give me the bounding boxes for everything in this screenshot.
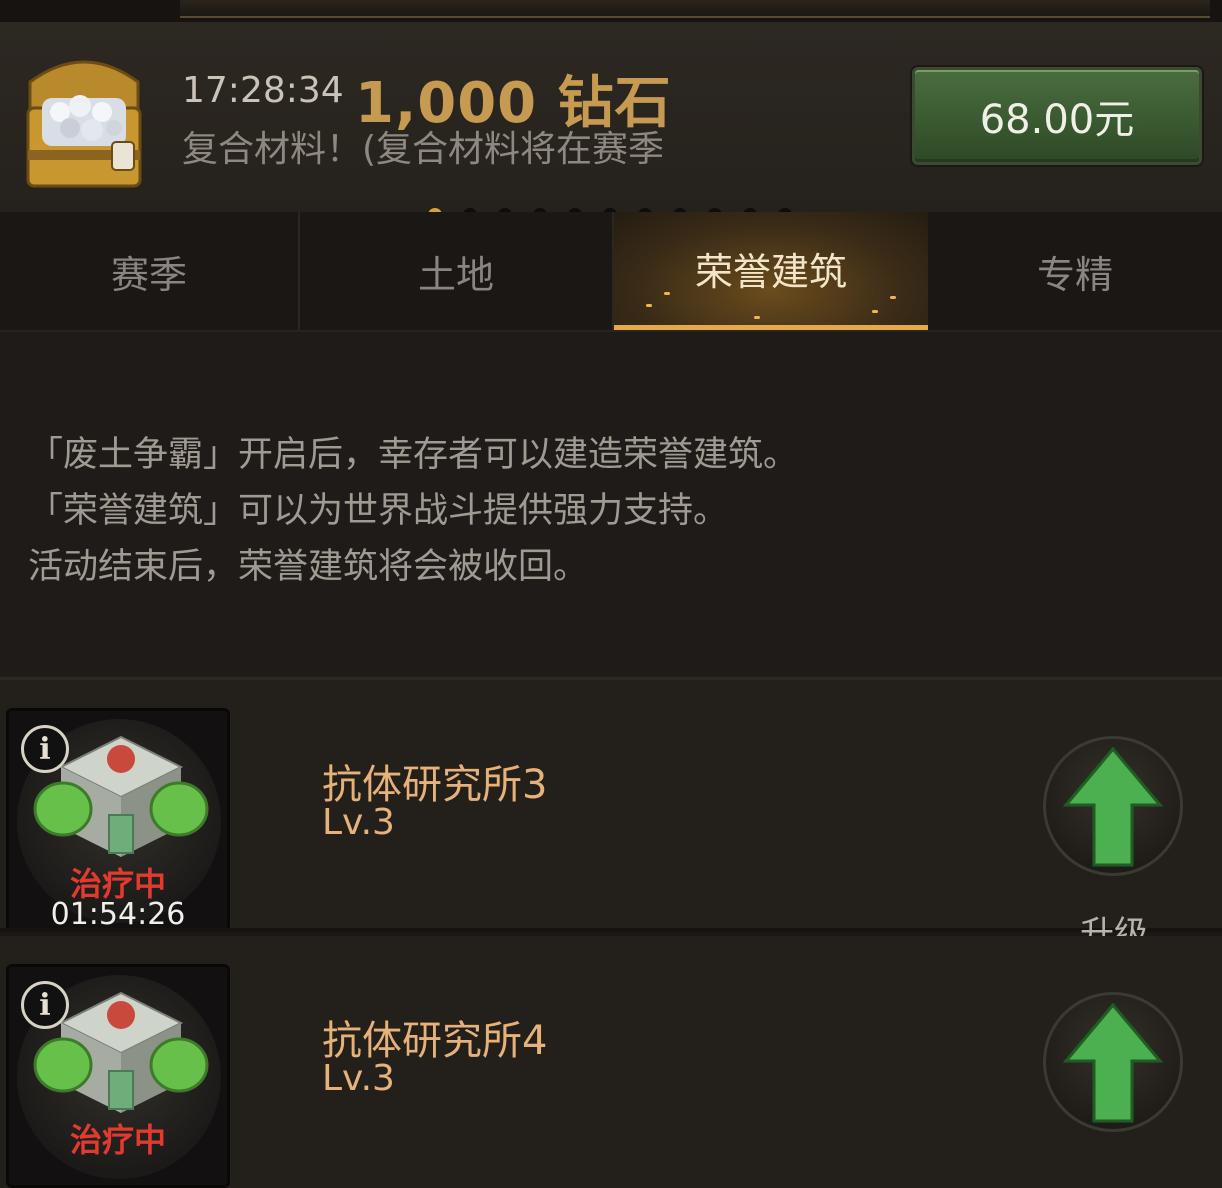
tab-season[interactable]: 赛季 bbox=[0, 212, 300, 330]
sparkle bbox=[754, 316, 760, 319]
upgrade-button[interactable] bbox=[1043, 736, 1183, 876]
info-icon[interactable]: i bbox=[21, 981, 69, 1029]
tab-honor-buildings-label: 荣誉建筑 bbox=[694, 250, 847, 294]
building-icon-frame[interactable]: i 治疗中 01:54:26 bbox=[6, 708, 230, 932]
info-icon[interactable]: i bbox=[21, 725, 69, 773]
tab-mastery[interactable]: 专精 bbox=[928, 212, 1222, 330]
sparkle bbox=[890, 296, 896, 299]
sparkle bbox=[664, 292, 670, 295]
description-line: 「废土争霸」开启后，幸存者可以建造荣誉建筑。 bbox=[28, 435, 799, 475]
row-divider bbox=[0, 928, 1222, 932]
list-item: i 治疗中 抗体研究所4 Lv.3 bbox=[0, 936, 1222, 1188]
tab-land[interactable]: 土地 bbox=[300, 212, 614, 330]
tab-bar: 赛季 土地 荣誉建筑 专精 bbox=[0, 212, 1222, 332]
sparkle bbox=[872, 310, 878, 313]
up-arrow-icon bbox=[1062, 746, 1164, 867]
top-strip-segment bbox=[180, 0, 1210, 18]
up-arrow-icon bbox=[1062, 1002, 1164, 1123]
offer-description: 复合材料！(复合材料将在赛季 bbox=[182, 129, 665, 166]
building-icon-frame[interactable]: i 治疗中 bbox=[6, 964, 230, 1188]
offer-timer: 17:28:34 bbox=[182, 70, 344, 111]
status-timer: 01:54:26 bbox=[50, 897, 186, 932]
building-level: Lv.3 bbox=[322, 802, 395, 843]
building-list: i 治疗中 01:54:26 抗体研究所3 Lv.3 升级 i 治疗中 抗体研究… bbox=[0, 677, 1222, 1188]
offer-banner: 17:28:34 1,000 钻石 复合材料！(复合材料将在赛季 68.00元 bbox=[0, 22, 1222, 222]
description-line: 活动结束后，荣誉建筑将会被收回。 bbox=[28, 547, 589, 587]
status-label: 治疗中 bbox=[69, 1121, 166, 1159]
description-panel: 「废土争霸」开启后，幸存者可以建造荣誉建筑。 「荣誉建筑」可以为世界战斗提供强力… bbox=[0, 332, 1222, 677]
top-strip bbox=[0, 0, 1222, 22]
sparkle bbox=[646, 304, 652, 307]
tab-honor-buildings[interactable]: 荣誉建筑 bbox=[614, 212, 928, 330]
list-item: i 治疗中 01:54:26 抗体研究所3 Lv.3 bbox=[0, 680, 1222, 932]
description-line: 「荣誉建筑」可以为世界战斗提供强力支持。 bbox=[28, 491, 729, 531]
building-level: Lv.3 bbox=[322, 1058, 395, 1099]
upgrade-button[interactable] bbox=[1043, 992, 1183, 1132]
treasure-chest-icon bbox=[26, 60, 142, 188]
buy-button[interactable]: 68.00元 bbox=[912, 67, 1202, 165]
